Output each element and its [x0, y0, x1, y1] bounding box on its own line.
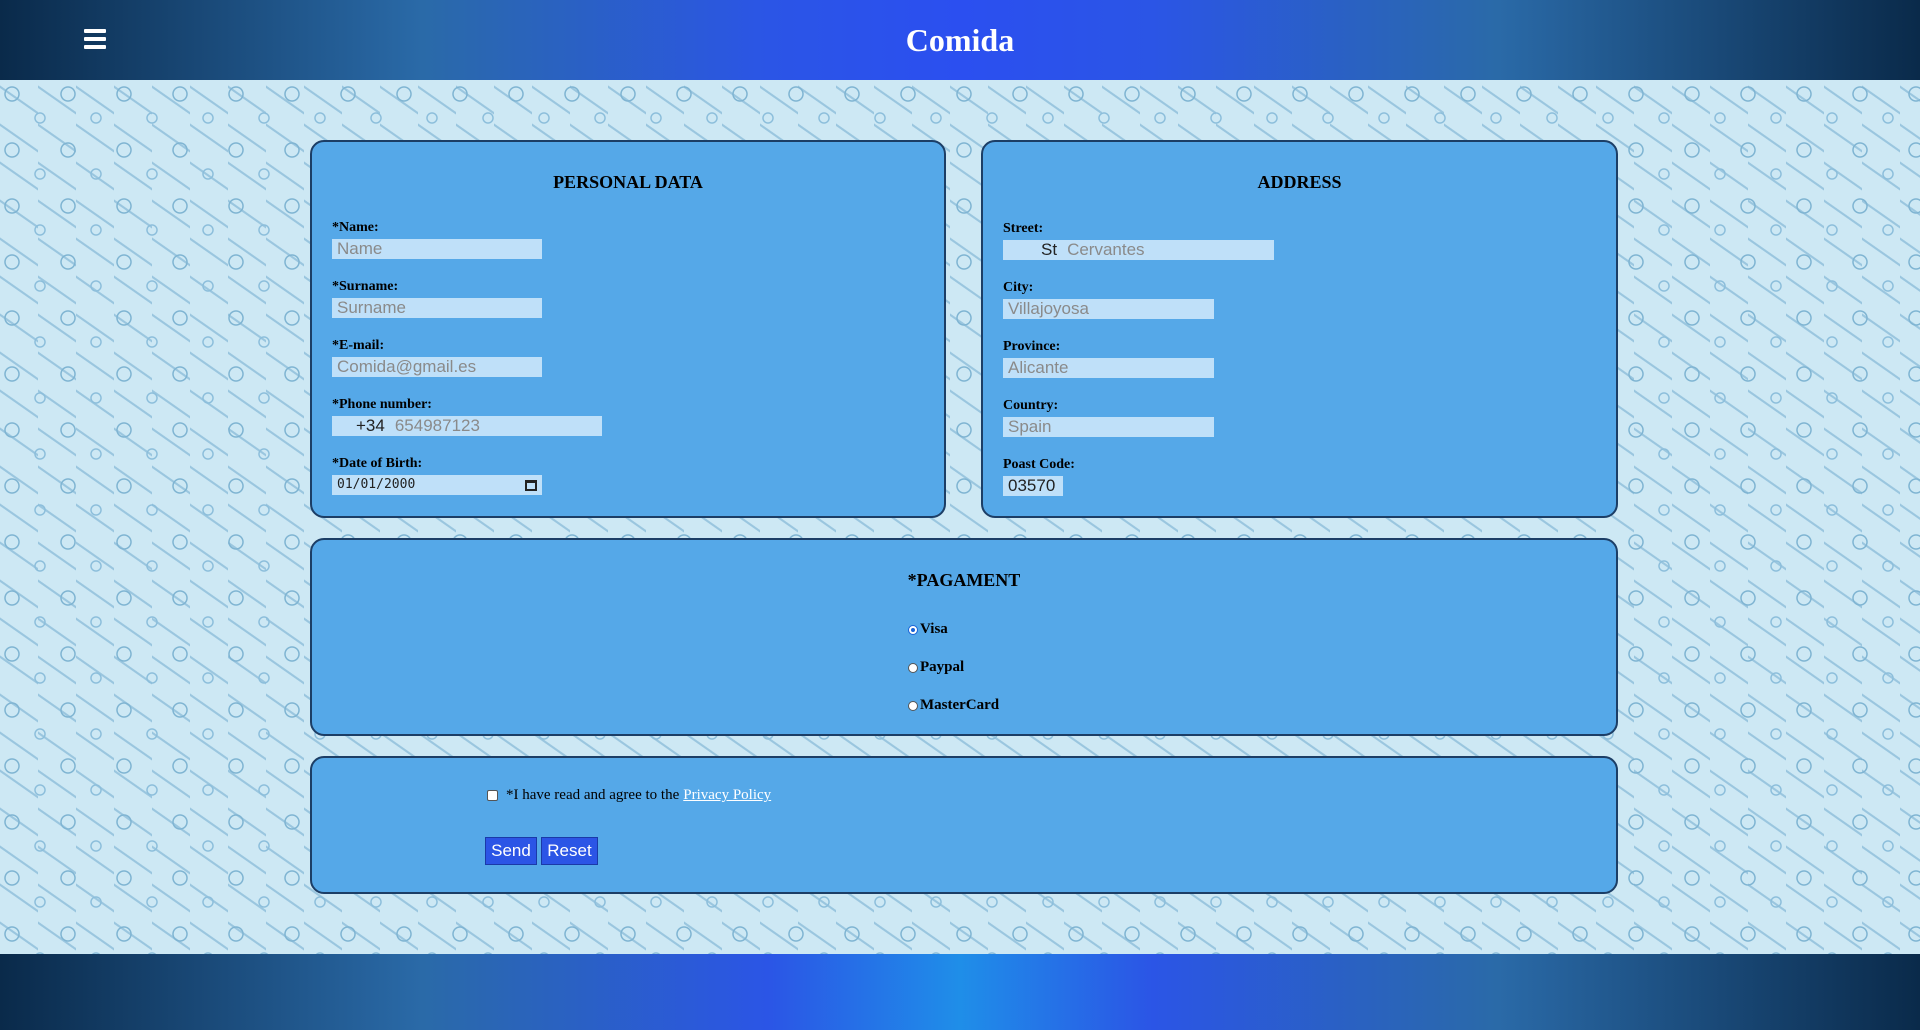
postcode-input[interactable]: 03570: [1003, 476, 1063, 496]
privacy-policy-link[interactable]: Privacy Policy: [683, 787, 771, 804]
dob-input[interactable]: 01/01/2000: [332, 475, 542, 495]
privacy-checkbox[interactable]: [487, 790, 498, 801]
postcode-label: Poast Code:: [1003, 457, 1075, 472]
province-input[interactable]: Alicante: [1003, 358, 1214, 378]
dob-value: 01/01/2000: [337, 477, 416, 492]
address-panel: ADDRESS Street: St Cervantes City: Villaj…: [981, 140, 1618, 518]
street-placeholder: Cervantes: [1067, 240, 1145, 259]
mastercard-label: MasterCard: [920, 697, 1000, 713]
payment-title: *PAGAMENT: [907, 570, 1021, 590]
street-input[interactable]: St Cervantes: [1003, 240, 1274, 260]
street-label: Street:: [1003, 221, 1044, 236]
name-label: *Name:: [332, 220, 379, 235]
payment-panel: *PAGAMENT Visa Paypal MasterCard: [310, 538, 1618, 736]
hamburger-menu-icon[interactable]: [84, 29, 106, 51]
city-label: City:: [1003, 280, 1034, 295]
province-label: Province:: [1003, 339, 1061, 354]
dob-label: *Date of Birth:: [332, 456, 423, 471]
country-input[interactable]: Spain: [1003, 417, 1214, 437]
agree-text: *I have read and agree to the: [506, 787, 680, 803]
submit-panel: *I have read and agree to the Privacy Po…: [310, 756, 1618, 894]
address-title: ADDRESS: [1257, 172, 1342, 192]
name-input[interactable]: Name: [332, 239, 542, 259]
payment-option-paypal[interactable]: Paypal: [908, 659, 964, 676]
surname-input[interactable]: Surname: [332, 298, 542, 318]
country-label: Country:: [1003, 398, 1059, 413]
payment-option-visa[interactable]: Visa: [908, 621, 948, 638]
mastercard-radio[interactable]: [908, 700, 918, 711]
personal-data-title: PERSONAL DATA: [553, 172, 703, 192]
city-input[interactable]: Villajoyosa: [1003, 299, 1214, 319]
paypal-label: Paypal: [920, 659, 965, 675]
visa-label: Visa: [920, 621, 948, 637]
payment-option-mastercard[interactable]: MasterCard: [908, 697, 999, 714]
street-prefix: St: [1041, 240, 1058, 259]
top-bar: Comida: [0, 0, 1920, 80]
email-input[interactable]: Comida@gmail.es: [332, 357, 542, 377]
calendar-icon[interactable]: [525, 479, 537, 491]
surname-label: *Surname:: [332, 279, 399, 294]
phone-prefix: +34: [356, 416, 385, 435]
paypal-radio[interactable]: [908, 662, 918, 673]
visa-radio[interactable]: [908, 624, 918, 635]
phone-label: *Phone number:: [332, 397, 432, 412]
site-title: Comida: [905, 21, 1015, 58]
phone-placeholder: 654987123: [394, 416, 480, 435]
reset-button[interactable]: Reset: [541, 837, 598, 865]
personal-data-panel: PERSONAL DATA *Name: Name *Surname: Surn…: [310, 140, 946, 518]
content-area: PERSONAL DATA *Name: Name *Surname: Surn…: [0, 80, 1920, 954]
bottom-bar: [0, 954, 1920, 1030]
phone-input[interactable]: +34 654987123: [332, 416, 602, 436]
privacy-agree-row: *I have read and agree to the Privacy Po…: [487, 787, 771, 804]
send-button[interactable]: Send: [485, 837, 537, 865]
email-label: *E-mail:: [332, 338, 385, 353]
